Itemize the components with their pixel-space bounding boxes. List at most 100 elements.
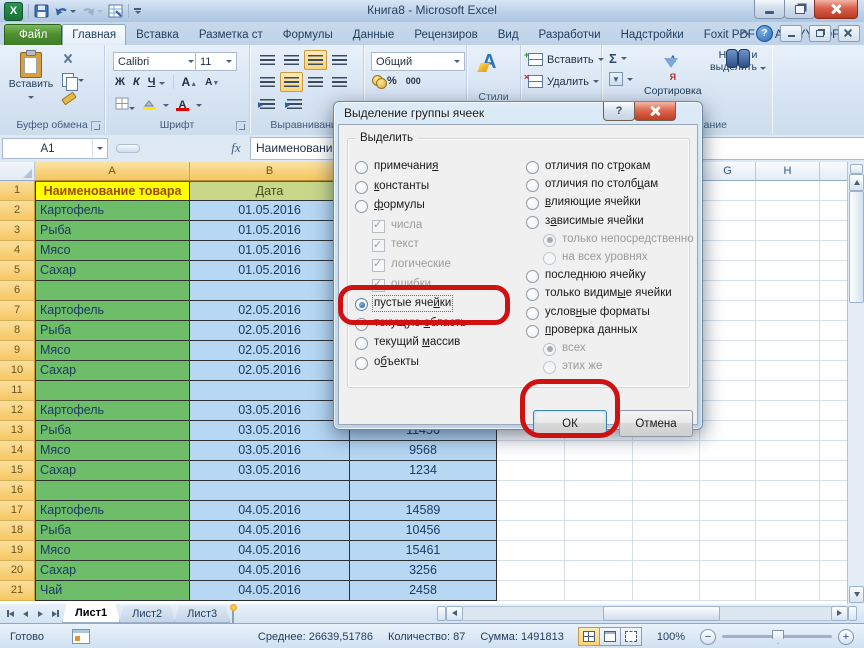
cell[interactable]: 14589: [350, 501, 497, 521]
dialog-launcher-icon[interactable]: [91, 121, 101, 131]
align-right-button[interactable]: [304, 72, 327, 92]
vertical-scroll-thumb[interactable]: [849, 191, 864, 303]
ribbon-tab[interactable]: Вставка: [126, 25, 189, 45]
cell[interactable]: 02.05.2016: [190, 321, 350, 341]
find-select-button[interactable]: Найти ивыделить: [710, 49, 766, 73]
cell[interactable]: [633, 441, 700, 461]
fill-color-button[interactable]: [142, 100, 156, 110]
cell[interactable]: [756, 201, 820, 221]
cell[interactable]: 02.05.2016: [190, 301, 350, 321]
cell[interactable]: [565, 561, 633, 581]
cell[interactable]: [190, 281, 350, 301]
ribbon-tab[interactable]: Надстройки: [611, 25, 694, 45]
comma-style-button[interactable]: 000: [406, 76, 421, 86]
cut-button[interactable]: [62, 53, 74, 65]
dialog-close-button[interactable]: [634, 102, 676, 121]
cell[interactable]: 03.05.2016: [190, 421, 350, 441]
row-header[interactable]: 7: [0, 301, 35, 321]
dialog-option[interactable]: текущую область: [355, 317, 515, 337]
cell[interactable]: [756, 381, 820, 401]
cell[interactable]: [700, 481, 756, 501]
collapse-ribbon-icon[interactable]: [739, 30, 749, 37]
cell[interactable]: 3256: [350, 561, 497, 581]
cell[interactable]: [820, 321, 848, 341]
cell[interactable]: Мясо: [35, 341, 190, 361]
sheet-tab[interactable]: Лист1: [62, 604, 120, 623]
dialog-option[interactable]: зависимые ячейки: [526, 215, 686, 233]
ribbon-tab[interactable]: Главная: [62, 24, 126, 45]
underline-button[interactable]: Ч: [148, 76, 165, 88]
row-header[interactable]: 13: [0, 421, 35, 441]
copy-button[interactable]: [62, 73, 84, 87]
cell[interactable]: [756, 241, 820, 261]
delete-cells-button[interactable]: × Удалить: [528, 75, 599, 88]
dialog-option[interactable]: константы: [355, 180, 515, 200]
cell[interactable]: [565, 481, 633, 501]
column-header[interactable]: G: [700, 162, 756, 181]
align-bottom-button[interactable]: [304, 50, 327, 70]
cell[interactable]: 10456: [350, 521, 497, 541]
window-minimize-button[interactable]: [754, 0, 785, 19]
row-header[interactable]: 5: [0, 261, 35, 281]
shrink-font-button[interactable]: А▼: [205, 77, 219, 88]
window-close-button[interactable]: [814, 0, 858, 19]
cell[interactable]: [820, 261, 848, 281]
cell[interactable]: 04.05.2016: [190, 521, 350, 541]
excel-logo-icon[interactable]: X: [4, 2, 23, 21]
cell[interactable]: [756, 561, 820, 581]
cell[interactable]: [700, 341, 756, 361]
doc-close-button[interactable]: [838, 25, 860, 42]
horizontal-scroll-thumb[interactable]: [603, 606, 720, 621]
row-header[interactable]: 17: [0, 501, 35, 521]
dialog-option[interactable]: условные форматы: [526, 306, 686, 324]
cell[interactable]: [756, 441, 820, 461]
row-header[interactable]: 12: [0, 401, 35, 421]
name-box-dropdown-icon[interactable]: [92, 139, 107, 158]
align-top-button[interactable]: [256, 50, 279, 70]
row-header[interactable]: 11: [0, 381, 35, 401]
cell[interactable]: [820, 541, 848, 561]
insert-cells-button[interactable]: + Вставить: [528, 53, 604, 66]
cell[interactable]: 04.05.2016: [190, 541, 350, 561]
dialog-help-button[interactable]: ?: [603, 102, 635, 121]
zoom-slider-thumb[interactable]: [772, 630, 784, 644]
cell[interactable]: [820, 361, 848, 381]
cell[interactable]: Картофель: [35, 301, 190, 321]
row-header[interactable]: 2: [0, 201, 35, 221]
cell[interactable]: [633, 561, 700, 581]
cell[interactable]: Наименование товара: [35, 181, 190, 201]
cell[interactable]: [700, 461, 756, 481]
cell[interactable]: [700, 521, 756, 541]
row-header[interactable]: 6: [0, 281, 35, 301]
cell[interactable]: [756, 461, 820, 481]
cell[interactable]: [350, 481, 497, 501]
cell[interactable]: [633, 481, 700, 501]
cell[interactable]: 1234: [350, 461, 497, 481]
borders-button[interactable]: [115, 97, 135, 113]
row-header[interactable]: 10: [0, 361, 35, 381]
name-box[interactable]: A1: [2, 138, 108, 159]
cell-styles-icon[interactable]: А: [482, 51, 496, 73]
row-header[interactable]: 8: [0, 321, 35, 341]
cell[interactable]: [700, 241, 756, 261]
dialog-option[interactable]: последнюю ячейку: [526, 269, 686, 287]
dialog-option[interactable]: текущий массив: [355, 336, 515, 356]
cell[interactable]: Картофель: [35, 501, 190, 521]
cell[interactable]: [565, 461, 633, 481]
cell[interactable]: [633, 541, 700, 561]
cell[interactable]: [497, 561, 565, 581]
cell[interactable]: [756, 341, 820, 361]
column-header[interactable]: [820, 162, 848, 181]
cell[interactable]: Рыба: [35, 521, 190, 541]
cell[interactable]: [700, 561, 756, 581]
format-painter-button[interactable]: [62, 95, 76, 102]
help-button[interactable]: ?: [756, 25, 773, 42]
doc-restore-button[interactable]: [809, 25, 831, 42]
cell[interactable]: [756, 181, 820, 201]
accounting-format-button[interactable]: [372, 75, 378, 87]
percent-style-button[interactable]: %: [387, 75, 397, 87]
cell[interactable]: [820, 481, 848, 501]
sheet-tab[interactable]: Лист2: [119, 606, 175, 623]
cell[interactable]: [820, 401, 848, 421]
scroll-split-handle[interactable]: [848, 606, 857, 621]
